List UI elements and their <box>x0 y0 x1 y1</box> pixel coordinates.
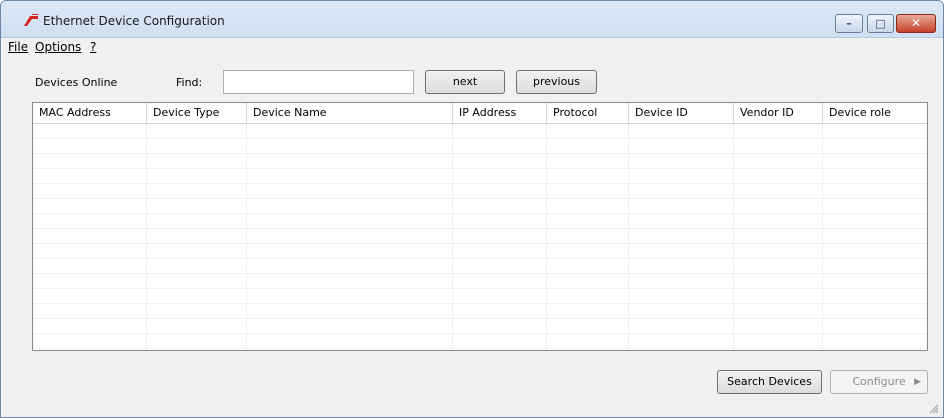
configure-label: Configure <box>852 375 906 388</box>
table-row[interactable] <box>33 214 927 229</box>
table-row[interactable] <box>33 154 927 169</box>
column-header-device-type[interactable]: Device Type <box>147 103 247 123</box>
table-row[interactable] <box>33 334 927 349</box>
chevron-right-icon: ▶ <box>914 377 921 387</box>
main-window: Ethernet Device Configuration – □ ✕ File… <box>0 0 944 418</box>
menu-options[interactable]: Options <box>35 40 81 54</box>
minimize-button[interactable]: – <box>835 14 863 33</box>
column-header-protocol[interactable]: Protocol <box>547 103 629 123</box>
table-row[interactable] <box>33 184 927 199</box>
table-body <box>33 124 927 349</box>
table-row[interactable] <box>33 199 927 214</box>
title-bar[interactable]: Ethernet Device Configuration – □ ✕ <box>1 1 943 38</box>
table-row[interactable] <box>33 289 927 304</box>
next-button[interactable]: next <box>425 70 505 94</box>
table-row[interactable] <box>33 244 927 259</box>
maximize-icon: □ <box>875 17 886 30</box>
table-row[interactable] <box>33 274 927 289</box>
search-devices-button[interactable]: Search Devices <box>717 370 822 394</box>
table-row[interactable] <box>33 304 927 319</box>
column-header-vendor-id[interactable]: Vendor ID <box>734 103 823 123</box>
devices-online-label: Devices Online <box>35 76 118 89</box>
table-row[interactable] <box>33 139 927 154</box>
table-header: MAC Address Device Type Device Name IP A… <box>33 103 927 124</box>
table-row[interactable] <box>33 169 927 184</box>
column-header-ip-address[interactable]: IP Address <box>453 103 547 123</box>
column-header-device-role[interactable]: Device role <box>823 103 927 123</box>
table-row[interactable] <box>33 124 927 139</box>
menu-bar: File Options ? <box>1 38 943 56</box>
menu-help[interactable]: ? <box>90 40 96 54</box>
devices-table[interactable]: MAC Address Device Type Device Name IP A… <box>32 102 928 351</box>
previous-button[interactable]: previous <box>516 70 597 94</box>
table-row[interactable] <box>33 319 927 334</box>
table-row[interactable] <box>33 229 927 244</box>
menu-file[interactable]: File <box>8 40 28 54</box>
window-title: Ethernet Device Configuration <box>43 14 225 28</box>
column-header-device-id[interactable]: Device ID <box>629 103 734 123</box>
close-icon: ✕ <box>910 16 922 30</box>
column-header-device-name[interactable]: Device Name <box>247 103 453 123</box>
ethernet-app-icon <box>24 14 38 26</box>
close-button[interactable]: ✕ <box>896 14 936 33</box>
resize-grip-icon[interactable] <box>929 404 939 414</box>
column-header-mac-address[interactable]: MAC Address <box>33 103 147 123</box>
minimize-icon: – <box>846 17 852 30</box>
find-label: Find: <box>176 76 203 89</box>
maximize-button[interactable]: □ <box>867 14 894 33</box>
find-input[interactable] <box>223 70 414 94</box>
configure-button[interactable]: Configure ▶ <box>830 370 928 394</box>
table-row[interactable] <box>33 259 927 274</box>
